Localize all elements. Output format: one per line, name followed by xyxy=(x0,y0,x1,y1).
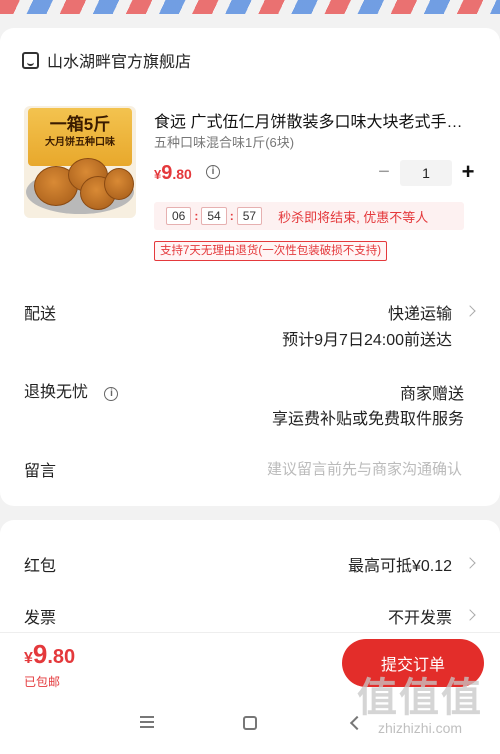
product-variant: 五种口味混合味1斤(6块) xyxy=(154,135,295,150)
order-item-card: 山水湖畔官方旗舰店 一箱5斤 大月饼五种口味 食远 广式伍仁月饼散装多口味大块老… xyxy=(0,28,500,506)
watermark: 值值值 zhizhizhi.com xyxy=(350,676,490,736)
price-decimal: .80 xyxy=(172,166,192,182)
shop-header[interactable]: 山水湖畔官方旗舰店 xyxy=(22,48,191,72)
mooncake-graphic xyxy=(104,168,134,200)
airmail-border-decoration xyxy=(0,0,500,14)
red-packet-value[interactable]: 最高可抵¥0.12 xyxy=(348,552,452,576)
returns-info-icon[interactable]: i xyxy=(104,387,119,401)
product-price: ¥9.80 xyxy=(154,162,192,185)
total-decimal: .80 xyxy=(47,646,76,668)
price-info-icon[interactable]: i xyxy=(206,165,220,179)
product-box-subtitle: 大月饼五种口味 xyxy=(45,137,115,148)
home-icon[interactable] xyxy=(243,716,257,730)
product-thumbnail[interactable]: 一箱5斤 大月饼五种口味 xyxy=(24,106,136,218)
countdown-minutes: 54 xyxy=(201,207,227,225)
shop-icon xyxy=(22,51,39,69)
total-integer: 9 xyxy=(32,639,48,669)
invoice-value[interactable]: 不开发票 xyxy=(388,604,452,628)
chevron-right-icon[interactable] xyxy=(464,557,476,569)
quantity-field[interactable]: 1 xyxy=(400,160,452,186)
price-integer: 9 xyxy=(161,162,173,184)
returns-value: 商家赠送 xyxy=(399,386,464,403)
countdown-separator: : xyxy=(229,209,234,223)
message-label: 留言 xyxy=(24,463,57,480)
product-title[interactable]: 食远 广式伍仁月饼散装多口味大块老式手… xyxy=(154,108,479,132)
countdown-hours: 06 xyxy=(166,207,192,225)
delivery-eta: 预计9月7日24:00前送达 xyxy=(282,332,452,349)
quantity-increase-button[interactable]: + xyxy=(456,159,480,185)
shipping-note: 已包邮 xyxy=(24,675,61,689)
delivery-method[interactable]: 快递运输 xyxy=(388,300,452,324)
delivery-label: 配送 xyxy=(24,306,57,323)
return-policy-badge: 支持7天无理由退货(一次性包装破损不支持) xyxy=(154,241,388,261)
chevron-right-icon[interactable] xyxy=(464,609,476,621)
invoice-label: 发票 xyxy=(24,610,57,627)
quantity-decrease-button[interactable]: − xyxy=(374,161,394,185)
flash-sale-countdown: 06 : 54 : 57 秒杀即将结束, 优惠不等人 xyxy=(154,202,464,230)
returns-detail: 享运费补贴或免费取件服务 xyxy=(271,411,464,428)
countdown-separator: : xyxy=(194,209,199,223)
watermark-logo: 值值值 xyxy=(357,676,483,720)
countdown-message: 秒杀即将结束, 优惠不等人 xyxy=(278,209,429,225)
watermark-url: zhizhizhi.com xyxy=(377,720,463,736)
countdown-seconds: 57 xyxy=(236,207,263,225)
returns-label: 退换无忧 i xyxy=(24,378,119,402)
red-packet-label: 红包 xyxy=(24,558,57,575)
product-box-title: 一箱5斤 xyxy=(49,115,111,134)
chevron-right-icon[interactable] xyxy=(464,305,476,317)
product-box-graphic: 一箱5斤 大月饼五种口味 xyxy=(28,108,132,166)
menu-icon[interactable] xyxy=(140,716,154,728)
order-total: ¥9.80 xyxy=(24,639,75,670)
shop-name: 山水湖畔官方旗舰店 xyxy=(47,54,192,71)
message-input[interactable]: 建议留言前先与商家沟通确认 xyxy=(267,458,462,479)
total-currency: ¥ xyxy=(24,650,33,667)
returns-label-text: 退换无忧 xyxy=(24,384,89,401)
